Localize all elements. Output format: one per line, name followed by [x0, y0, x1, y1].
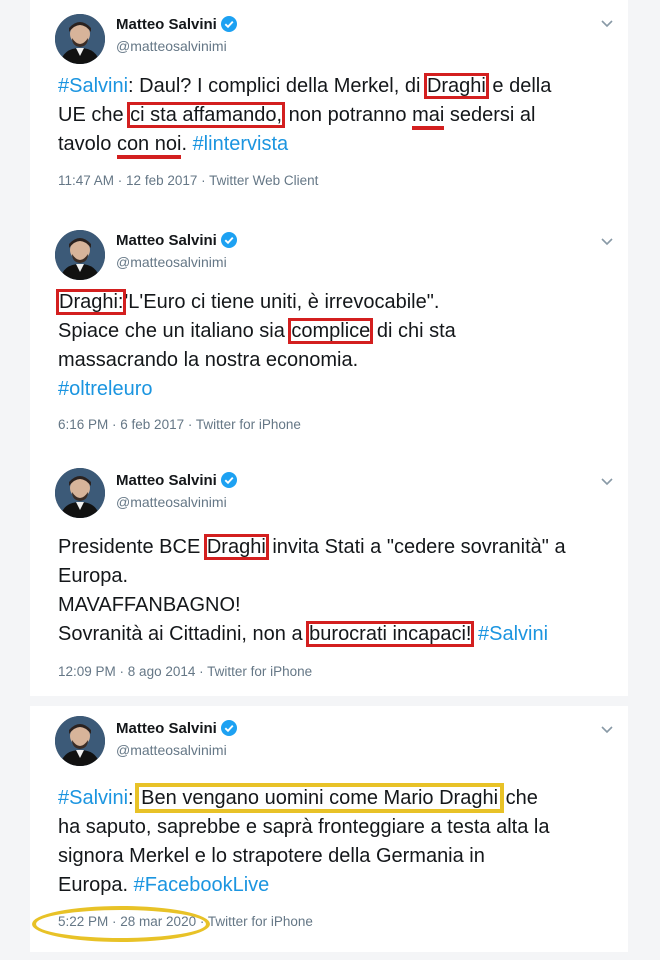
author-handle[interactable]: @matteosalvinimi: [116, 254, 227, 270]
tweet-line: Presidente BCE Draghi invita Stati a "ce…: [58, 533, 623, 562]
hashtag-link[interactable]: #Salvini: [58, 75, 128, 97]
highlight-ellipse: [32, 906, 210, 942]
tweet-line: Spiace che un italiano sia complice di c…: [58, 317, 623, 346]
tweet-line: Europa.: [58, 562, 623, 591]
underline-mark: mai: [412, 104, 445, 130]
author-name-text: Matteo Salvini: [116, 232, 217, 249]
text-segment: .: [181, 133, 193, 155]
tweet-text: Draghi:'L'Euro ci tiene uniti, è irrevoc…: [55, 288, 623, 404]
highlight-box: burocrati incapaci!: [306, 621, 475, 647]
text-segment: tavolo: [58, 133, 117, 155]
avatar[interactable]: [55, 468, 105, 518]
text-segment: Europa.: [58, 874, 134, 896]
tweet-line: #oltreleuro: [58, 375, 623, 404]
chevron-down-icon[interactable]: [600, 474, 614, 488]
tweet-line: UE che ci sta affamando, non potranno ma…: [58, 101, 623, 130]
author-name[interactable]: Matteo Salvini: [116, 16, 237, 33]
highlight-box: complice: [288, 318, 374, 344]
tweet-line: Europa. #FacebookLive: [58, 871, 623, 900]
text-segment: : Daul? I complici della Merkel, di: [128, 75, 426, 97]
author-handle[interactable]: @matteosalvinimi: [116, 494, 227, 510]
tweet-card-2: Matteo Salvini @matteosalvinimi Draghi:'…: [30, 212, 628, 446]
hashtag-link[interactable]: #oltreleuro: [58, 378, 153, 400]
tweet-line: #Salvini: Ben vengano uomini come Mario …: [58, 783, 623, 813]
text-segment: UE che: [58, 104, 130, 126]
verified-badge-icon: [220, 720, 237, 736]
tweet-line: MAVAFFANBAGNO!: [58, 591, 623, 620]
hashtag-link[interactable]: #lintervista: [193, 133, 289, 155]
author-name[interactable]: Matteo Salvini: [116, 720, 237, 737]
tweet-meta: 12:09 PM · 8 ago 2014 · Twitter for iPho…: [58, 664, 313, 679]
text-segment: che: [500, 787, 538, 809]
verified-badge-icon: [220, 232, 237, 248]
highlight-box-yellow: Ben vengano uomini come Mario Draghi: [135, 783, 505, 813]
highlight-box: Draghi: [423, 73, 489, 99]
text-segment: massacrando la nostra economia.: [58, 349, 359, 371]
tweet-source[interactable]: Twitter for iPhone: [196, 417, 301, 432]
tweet-date[interactable]: 6 feb 2017: [120, 417, 184, 432]
avatar[interactable]: [55, 14, 105, 64]
tweet-date[interactable]: 12 feb 2017: [126, 173, 197, 188]
chevron-down-icon[interactable]: [600, 234, 614, 248]
tweet-time[interactable]: 12:09 PM: [58, 664, 116, 679]
highlight-box: ci sta affamando,: [127, 102, 286, 128]
highlight-box: Draghi: [203, 534, 269, 560]
tweet-text: #Salvini: Daul? I complici della Merkel,…: [58, 72, 623, 159]
tweet-line: ha saputo, saprebbe e saprà fronteggiare…: [58, 813, 623, 842]
text-segment: Europa.: [58, 565, 129, 587]
verified-badge-icon: [220, 472, 237, 488]
hashtag-link[interactable]: #Salvini: [478, 623, 548, 645]
author-name-text: Matteo Salvini: [116, 472, 217, 489]
tweet-meta: 11:47 AM · 12 feb 2017 · Twitter Web Cli…: [58, 173, 319, 188]
hashtag-link[interactable]: #FacebookLive: [134, 874, 270, 896]
verified-badge-icon: [220, 16, 237, 32]
author-handle[interactable]: @matteosalvinimi: [116, 38, 227, 54]
tweet-line: tavolo con noi. #lintervista: [58, 130, 623, 159]
underline-mark: con noi: [116, 133, 182, 159]
hashtag-link[interactable]: #Salvini: [58, 787, 128, 809]
author-name-text: Matteo Salvini: [116, 720, 217, 737]
tweet-line: Draghi:'L'Euro ci tiene uniti, è irrevoc…: [55, 288, 623, 317]
tweet-source[interactable]: Twitter for iPhone: [208, 914, 313, 929]
text-segment: sedersi al: [444, 104, 536, 126]
author-name[interactable]: Matteo Salvini: [116, 472, 237, 489]
avatar[interactable]: [55, 716, 105, 766]
tweet-source[interactable]: Twitter for iPhone: [207, 664, 312, 679]
text-segment: Sovranità ai Cittadini, non a: [58, 623, 309, 645]
text-segment: e della: [486, 75, 552, 97]
tweet-text: #Salvini: Ben vengano uomini come Mario …: [58, 783, 623, 900]
text-segment: signora Merkel e lo strapotere della Ger…: [58, 845, 485, 867]
chevron-down-icon[interactable]: [600, 722, 614, 736]
tweet-card-3: Matteo Salvini @matteosalvinimi Presiden…: [30, 446, 628, 696]
text-segment: Presidente BCE: [58, 536, 206, 558]
chevron-down-icon[interactable]: [600, 16, 614, 30]
text-segment: 'L'Euro ci tiene uniti, è irrevocabile".: [124, 291, 440, 313]
text-segment: ha saputo, saprebbe e saprà fronteggiare…: [58, 816, 550, 838]
text-segment: invita Stati a "cedere sovranità" a: [266, 536, 566, 558]
tweet-date[interactable]: 8 ago 2014: [128, 664, 196, 679]
text-segment: :: [128, 787, 140, 809]
text-segment: Spiace che un italiano sia: [58, 320, 291, 342]
tweet-line: massacrando la nostra economia.: [58, 346, 623, 375]
tweet-line: #Salvini: Daul? I complici della Merkel,…: [58, 72, 623, 101]
highlight-box: Draghi:: [55, 289, 127, 315]
text-segment: di chi sta: [371, 320, 456, 342]
tweet-time[interactable]: 11:47 AM: [58, 173, 114, 188]
avatar[interactable]: [55, 230, 105, 280]
tweet-text: Presidente BCE Draghi invita Stati a "ce…: [58, 533, 623, 649]
tweet-source[interactable]: Twitter Web Client: [209, 173, 318, 188]
tweet-time[interactable]: 6:16 PM: [58, 417, 108, 432]
tweet-line: signora Merkel e lo strapotere della Ger…: [58, 842, 623, 871]
author-name[interactable]: Matteo Salvini: [116, 232, 237, 249]
text-segment: non potranno: [283, 104, 413, 126]
author-handle[interactable]: @matteosalvinimi: [116, 742, 227, 758]
tweet-line: Sovranità ai Cittadini, non a burocrati …: [58, 620, 623, 649]
tweet-meta: 6:16 PM · 6 feb 2017 · Twitter for iPhon…: [58, 417, 301, 432]
text-segment: MAVAFFANBAGNO!: [58, 594, 241, 616]
tweet-card-1: Matteo Salvini @matteosalvinimi #Salvini…: [30, 0, 628, 212]
author-name-text: Matteo Salvini: [116, 16, 217, 33]
